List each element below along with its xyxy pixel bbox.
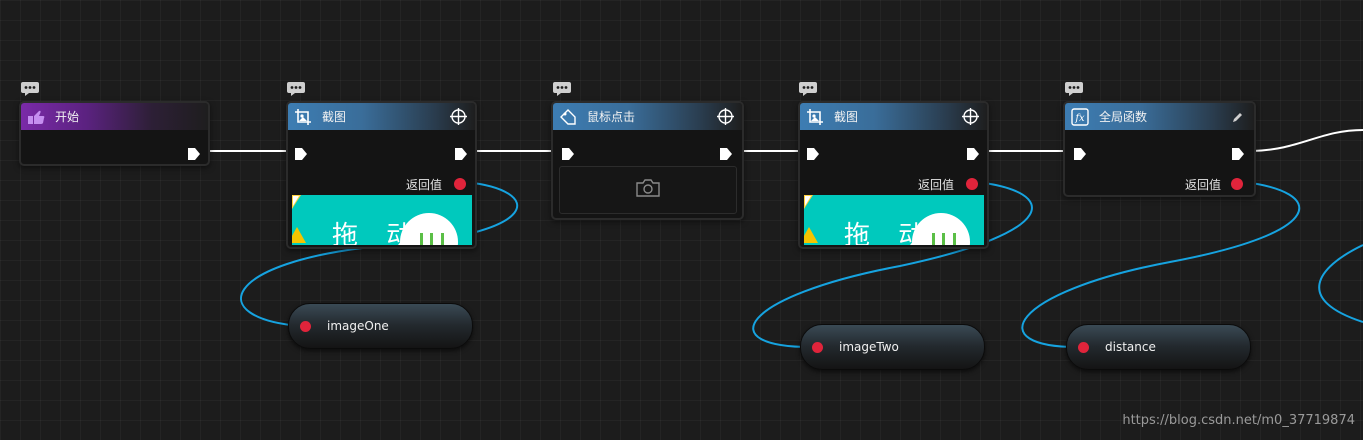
exec-output-pin[interactable] (966, 146, 980, 160)
star-icon (804, 227, 818, 243)
pointing-hand-icon (27, 108, 45, 126)
preview-mark-icon (932, 233, 956, 245)
return-value-pin[interactable] (966, 178, 978, 190)
exec-input-pin[interactable] (561, 146, 575, 160)
pencil-icon[interactable] (1229, 108, 1246, 125)
data-wire[interactable] (1318, 244, 1363, 323)
start-node[interactable]: 开始 (19, 101, 210, 166)
comment-bubble-icon[interactable] (287, 81, 305, 96)
variable-image-one[interactable]: imageOne (288, 303, 473, 349)
mouse-tag-icon (559, 108, 577, 126)
variable-input-pin[interactable] (812, 341, 823, 353)
capture-target-button[interactable] (559, 166, 737, 214)
variable-name: imageTwo (839, 340, 899, 354)
crosshair-icon[interactable] (450, 108, 467, 125)
variable-name: imageOne (327, 319, 389, 333)
node-header[interactable]: fx 全局函数 (1065, 103, 1254, 130)
exec-output-pin[interactable] (1231, 146, 1245, 160)
comment-bubble-icon[interactable] (553, 81, 571, 96)
wire-layer (206, 129, 1363, 349)
node-title: 截图 (322, 110, 347, 124)
crosshair-icon[interactable] (962, 108, 979, 125)
mouse-click-node[interactable]: 鼠标点击 (551, 101, 744, 220)
output-label: 返回值 (917, 178, 954, 192)
screenshot-preview: 拖 动 (804, 195, 984, 245)
node-header[interactable]: 开始 (21, 103, 208, 130)
node-title: 截图 (834, 110, 859, 124)
fx-function-icon: fx (1071, 107, 1089, 126)
variable-input-pin[interactable] (300, 320, 311, 332)
variable-name: distance (1105, 340, 1156, 354)
variable-input-pin[interactable] (1078, 341, 1089, 353)
node-title: 开始 (55, 110, 80, 124)
node-header[interactable]: 截图 (288, 103, 475, 130)
screenshot-node-2[interactable]: 截图 返回值 拖 动 (798, 101, 989, 249)
global-function-node[interactable]: fx 全局函数 返回值 (1063, 101, 1256, 197)
node-header[interactable]: 截图 (800, 103, 987, 130)
node-header[interactable]: 鼠标点击 (553, 103, 742, 130)
comment-bubble-icon[interactable] (799, 81, 817, 96)
crosshair-icon[interactable] (717, 108, 734, 125)
exec-wire[interactable] (1251, 129, 1363, 152)
node-title: 全局函数 (1099, 110, 1148, 124)
screenshot-preview: 拖 动 (292, 195, 472, 245)
exec-input-pin[interactable] (294, 146, 308, 160)
screenshot-crop-icon (294, 108, 312, 126)
cursor-icon (804, 195, 813, 209)
return-value-pin[interactable] (1231, 178, 1243, 190)
data-wire[interactable] (1021, 181, 1301, 349)
svg-text:fx: fx (1074, 113, 1085, 124)
comment-bubble-icon[interactable] (1065, 81, 1083, 96)
variable-image-two[interactable]: imageTwo (800, 324, 985, 370)
camera-icon (635, 178, 661, 202)
watermark: https://blog.csdn.net/m0_37719874 (1122, 413, 1355, 428)
output-label: 返回值 (405, 178, 442, 192)
cursor-icon (292, 195, 301, 209)
return-value-pin[interactable] (454, 178, 466, 190)
star-icon (292, 227, 306, 243)
exec-output-pin[interactable] (454, 146, 468, 160)
node-title: 鼠标点击 (587, 110, 636, 124)
exec-output-pin[interactable] (719, 146, 733, 160)
exec-output-pin[interactable] (187, 146, 201, 160)
preview-mark-icon (420, 233, 444, 245)
screenshot-node-1[interactable]: 截图 返回值 拖 动 (286, 101, 477, 249)
variable-distance[interactable]: distance (1066, 324, 1251, 370)
output-label: 返回值 (1184, 178, 1221, 192)
exec-input-pin[interactable] (806, 146, 820, 160)
exec-input-pin[interactable] (1073, 146, 1087, 160)
screenshot-crop-icon (806, 108, 824, 126)
comment-bubble-icon[interactable] (21, 81, 39, 96)
